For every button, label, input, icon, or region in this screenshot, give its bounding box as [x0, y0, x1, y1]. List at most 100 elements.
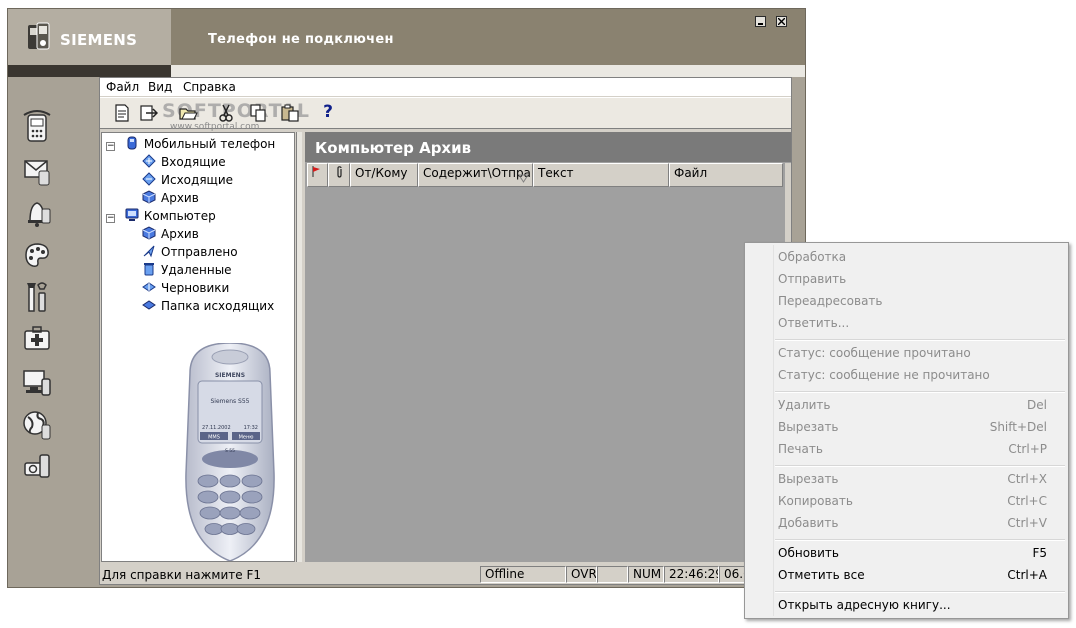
tree-label: Удаленные: [161, 263, 232, 277]
menu-separator: [775, 591, 1065, 593]
menu-item-send[interactable]: Отправить: [745, 268, 1068, 290]
trash-icon: [144, 263, 154, 276]
tree-item-outbox[interactable]: Исходящие: [142, 171, 233, 189]
tree-label: Исходящие: [161, 173, 234, 187]
brand-name: SIEMENS: [60, 31, 138, 49]
tree-item-pc-archive[interactable]: Архив: [142, 225, 199, 243]
brand-area: SIEMENS: [8, 9, 171, 65]
status-offline: Offline: [480, 566, 566, 583]
tools-icon[interactable]: [20, 279, 54, 313]
title-bar: SIEMENS Телефон не подключен: [8, 9, 805, 65]
cut-icon[interactable]: [216, 103, 236, 123]
archive-icon: [142, 190, 156, 204]
menu-bar: Файл Вид Справка: [100, 78, 791, 96]
tree-label: Архив: [161, 227, 199, 241]
tree-item-deleted[interactable]: Удаленные: [142, 261, 232, 279]
camera-phone-icon[interactable]: [20, 449, 54, 483]
menu-item-copy[interactable]: Копировать Ctrl+C: [745, 490, 1068, 512]
status-empty: [597, 566, 628, 583]
menu-item-mark-unread[interactable]: Статус: сообщение не прочитано: [745, 364, 1068, 386]
phone-label: S 55: [225, 448, 235, 454]
sort-down-icon: [518, 174, 529, 183]
phone-illustration: SIEMENS Siemens S55 27.11.2002 17:32 MMS…: [185, 343, 275, 561]
main-area: Файл Вид Справка SOFTPORTAL www.softport…: [99, 77, 792, 585]
menu-item-select-all[interactable]: Отметить все Ctrl+A: [745, 564, 1068, 586]
menu-item-paste[interactable]: Добавить Ctrl+V: [745, 512, 1068, 534]
tree-label: Архив: [161, 191, 199, 205]
paste-icon[interactable]: [280, 103, 300, 123]
column-headers: От/Кому Содержит\Отпра Текст Файл: [307, 163, 783, 187]
tree-scrollbar[interactable]: [296, 132, 302, 562]
status-help: Для справки нажмите F1: [102, 568, 262, 582]
app-window: SIEMENS Телефон не подключен Файл Вид Сп…: [7, 8, 806, 588]
help-icon[interactable]: ?: [318, 102, 338, 122]
phone-time: 17:32: [244, 425, 258, 431]
column-file[interactable]: Файл: [669, 163, 783, 187]
menu-separator: [775, 391, 1065, 393]
open-folder-icon[interactable]: [178, 103, 198, 123]
phone-date: 27.11.2002: [202, 425, 231, 431]
collapse-icon[interactable]: −: [106, 142, 115, 151]
phone-soft-left: MMS: [208, 435, 220, 441]
phone-model: Siemens S55: [211, 398, 250, 405]
context-menu: Обработка Отправить Переадресовать Ответ…: [744, 242, 1069, 619]
tree-node-mobile[interactable]: − Мобильный телефон: [106, 135, 275, 153]
status-ovr: OVR: [566, 566, 597, 583]
minimize-icon: [758, 23, 763, 25]
sent-icon: [143, 245, 155, 258]
phone-soft-right: Меню: [239, 435, 254, 441]
menu-item-delete[interactable]: Удалить Del: [745, 394, 1068, 416]
menu-item-refresh[interactable]: Обновить F5: [745, 542, 1068, 564]
tree-label: Черновики: [161, 281, 230, 295]
menu-item-process[interactable]: Обработка: [745, 246, 1068, 268]
globe-icon[interactable]: [20, 407, 54, 441]
menu-item-address-book[interactable]: Открыть адресную книгу...: [745, 594, 1068, 616]
palette-icon[interactable]: [20, 237, 54, 271]
send-receive-icon[interactable]: [138, 103, 158, 123]
menu-item-reply[interactable]: Ответить...: [745, 312, 1068, 334]
siemens-phone-logo-icon: [28, 22, 50, 50]
menu-item-forward[interactable]: Переадресовать: [745, 290, 1068, 312]
new-message-icon[interactable]: [112, 103, 132, 123]
menu-file[interactable]: Файл: [106, 80, 139, 94]
menu-item-mark-read[interactable]: Статус: сообщение прочитано: [745, 342, 1068, 364]
tree-item-drafts[interactable]: Черновики: [142, 279, 229, 297]
tree-item-mobile-archive[interactable]: Архив: [142, 189, 199, 207]
tree-item-outgoing-folder[interactable]: Папка исходящих: [142, 297, 274, 315]
side-nav: [8, 77, 98, 587]
column-from-to[interactable]: От/Кому: [350, 163, 418, 187]
message-pane: Компьютер Архив От/Кому Содержит\Отпра Т…: [305, 132, 791, 562]
minimize-button[interactable]: [755, 16, 766, 27]
tree-label: Папка исходящих: [161, 299, 275, 313]
column-attachment[interactable]: [328, 163, 350, 187]
folder-tree: − Мобильный телефон Входящие Исходящие А…: [101, 132, 295, 562]
messages-icon[interactable]: [20, 153, 54, 187]
close-button[interactable]: [776, 16, 787, 27]
column-flag[interactable]: [307, 163, 328, 187]
tree-node-computer[interactable]: − Компьютер: [106, 207, 216, 225]
menu-separator: [775, 465, 1065, 467]
close-icon: [778, 18, 785, 25]
column-text[interactable]: Текст: [533, 163, 669, 187]
collapse-icon[interactable]: −: [106, 214, 115, 223]
mobile-phone-icon: [127, 136, 137, 150]
drafts-icon: [142, 282, 156, 292]
tree-item-inbox[interactable]: Входящие: [142, 153, 226, 171]
copy-icon[interactable]: [248, 103, 268, 123]
pane-header: Компьютер Архив: [305, 132, 791, 162]
header-strip-dark: [8, 65, 171, 77]
menu-item-cut[interactable]: Вырезать Ctrl+X: [745, 468, 1068, 490]
menu-view[interactable]: Вид: [148, 80, 172, 94]
phone-icon[interactable]: [20, 109, 54, 143]
menu-help[interactable]: Справка: [183, 80, 236, 94]
status-bar: Для справки нажмите F1 Offline OVR NUM 2…: [100, 565, 791, 584]
ringtone-icon[interactable]: [20, 195, 54, 229]
menu-separator: [775, 539, 1065, 541]
window-title: Телефон не подключен: [208, 32, 394, 47]
column-contains[interactable]: Содержит\Отпра: [418, 163, 533, 187]
menu-item-print[interactable]: Печать Ctrl+P: [745, 438, 1068, 460]
tree-item-sent[interactable]: Отправлено: [142, 243, 238, 261]
menu-item-cut-delete[interactable]: Вырезать Shift+Del: [745, 416, 1068, 438]
medkit-icon[interactable]: [20, 321, 54, 355]
phone-pc-icon[interactable]: [20, 365, 54, 399]
